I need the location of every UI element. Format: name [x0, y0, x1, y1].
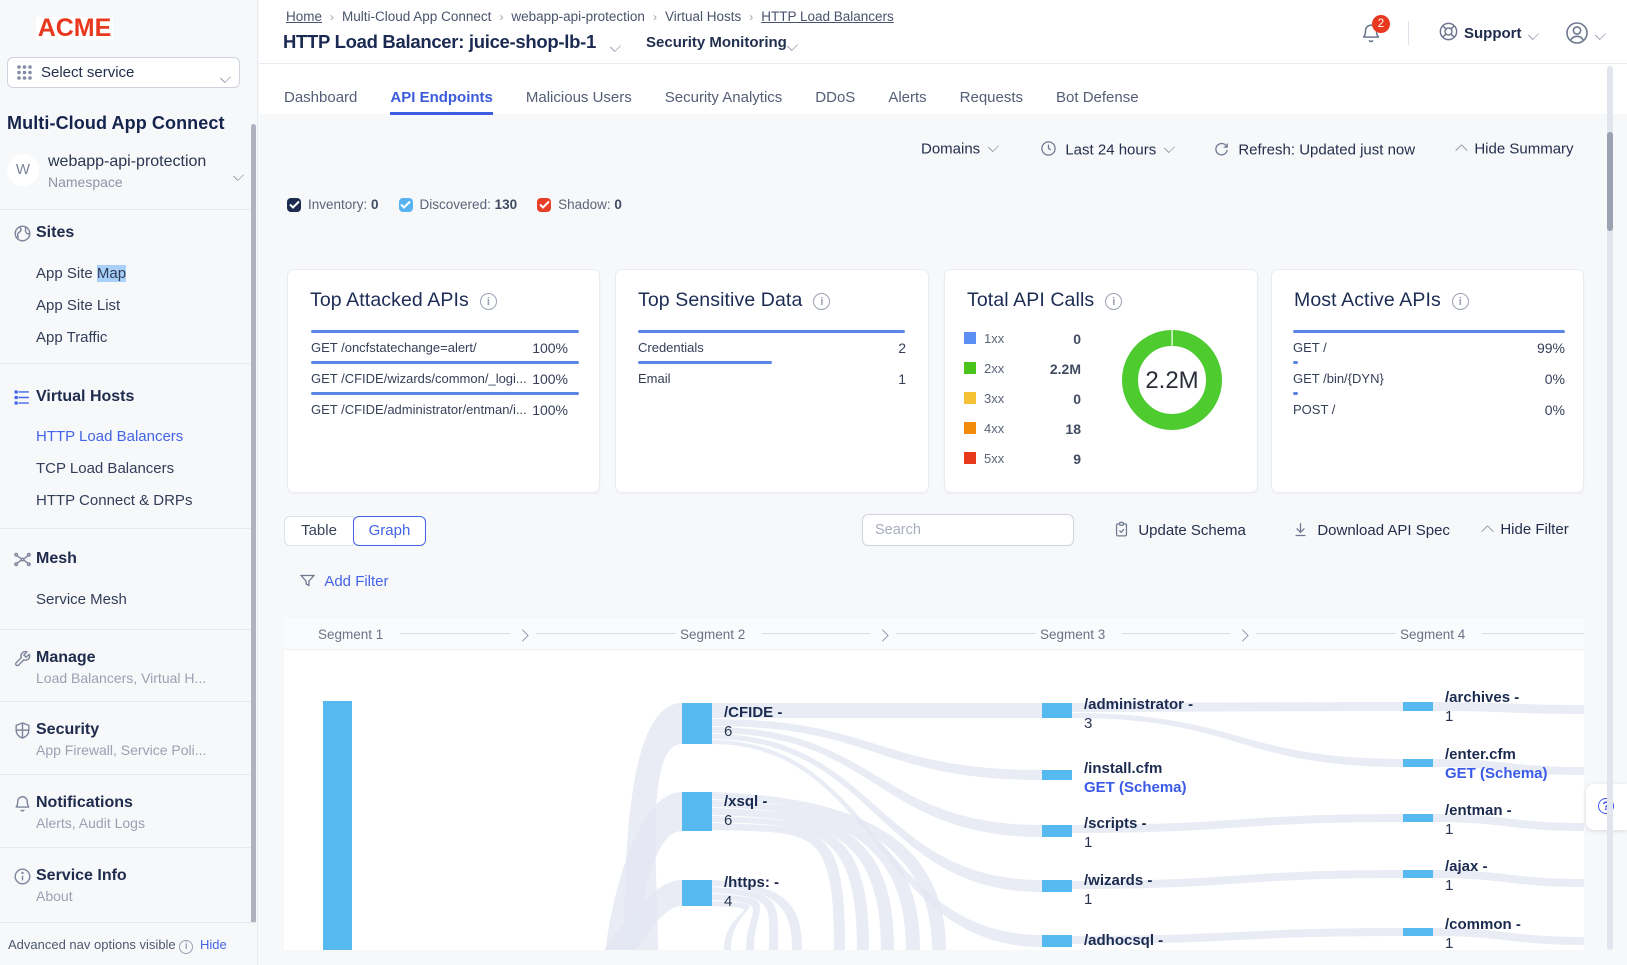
svg-text:2.2M: 2.2M	[1145, 367, 1198, 394]
